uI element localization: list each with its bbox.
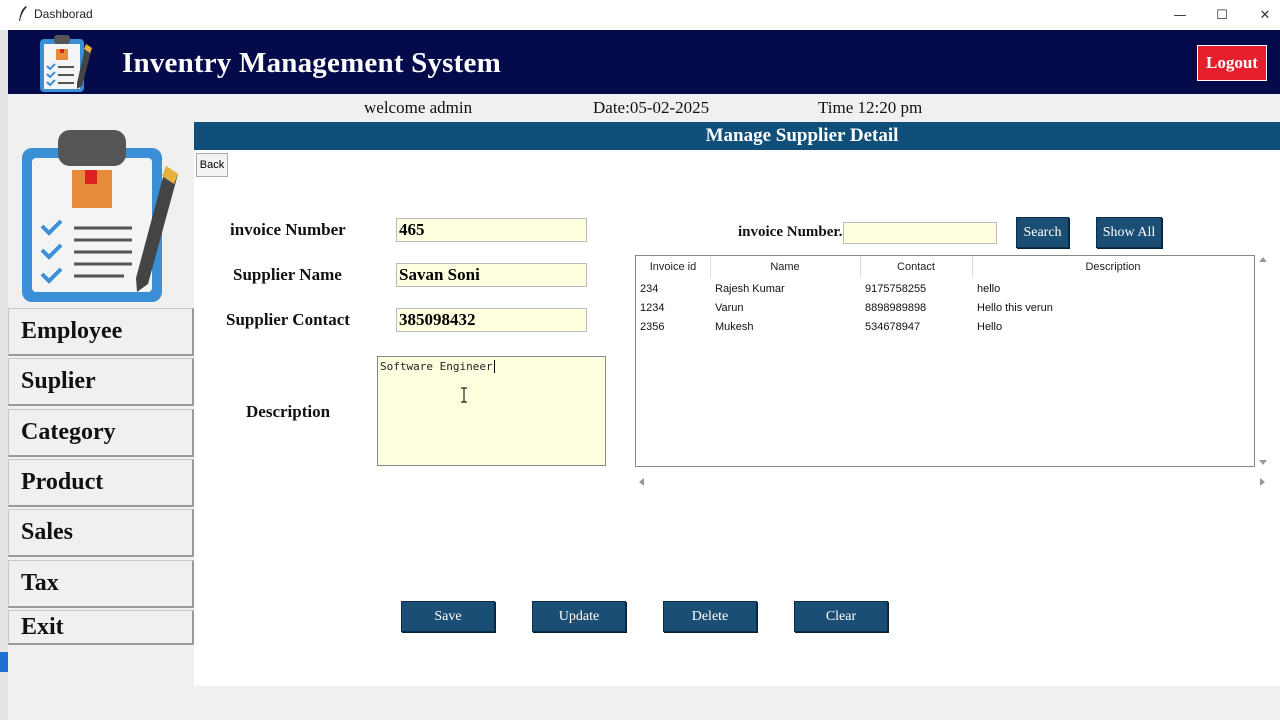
description-text: Software Engineer [380, 360, 493, 373]
supplier-name-label: Supplier Name [233, 265, 342, 284]
sidebar-item-label: Product [21, 469, 104, 495]
back-button[interactable]: Back [196, 153, 228, 177]
table-cell: hello [977, 283, 1001, 295]
show-all-button[interactable]: Show All [1096, 217, 1162, 248]
close-icon: ✕ [1259, 7, 1271, 23]
sidebar-item-label: Sales [21, 519, 74, 545]
description-label: Description [246, 402, 331, 421]
table-cell: 234 [640, 283, 659, 295]
clipboard-logo-icon [40, 35, 92, 92]
left-edge [0, 30, 8, 720]
text-caret [493, 360, 495, 373]
main-panel: Manage Supplier Detail Back invoice Numb… [194, 122, 1280, 686]
column-header-invoice-id[interactable]: Invoice id [636, 256, 711, 278]
horizontal-scrollbar[interactable] [635, 476, 1269, 488]
sidebar-item-label: Tax [21, 570, 59, 596]
table-cell: Varun [715, 302, 744, 314]
scroll-up-icon[interactable] [1259, 257, 1267, 262]
sidebar-item-label: Suplier [21, 368, 96, 394]
sidebar-item-employee[interactable]: Employee [8, 308, 194, 356]
table-row[interactable]: 234 Rajesh Kumar 9175758255 hello [636, 280, 1254, 299]
column-header-name[interactable]: Name [710, 256, 861, 278]
feather-icon [19, 6, 27, 21]
app-header: Inventry Management System Logout [8, 30, 1280, 94]
scroll-down-icon[interactable] [1259, 460, 1267, 465]
supplier-contact-label: Supplier Contact [226, 310, 350, 329]
sidebar-item-exit[interactable]: Exit [8, 610, 194, 645]
app-title: Inventry Management System [122, 47, 501, 79]
sidebar-item-sales[interactable]: Sales [8, 509, 194, 557]
scroll-right-icon[interactable] [1260, 478, 1265, 486]
search-button[interactable]: Search [1016, 217, 1069, 248]
column-header-contact[interactable]: Contact [860, 256, 973, 278]
sidebar-item-category[interactable]: Category [8, 409, 194, 457]
search-invoice-label: invoice Number. [738, 224, 843, 240]
window-title: Dashborad [34, 7, 93, 21]
sidebar: Employee Suplier Category Product Sales … [8, 122, 194, 720]
table-cell: Mukesh [715, 321, 754, 333]
clear-button[interactable]: Clear [794, 601, 888, 632]
invoice-number-label: invoice Number [230, 220, 346, 239]
welcome-text: welcome admin [364, 98, 473, 117]
logout-button[interactable]: Logout [1197, 45, 1267, 81]
page-title: Manage Supplier Detail [194, 122, 1280, 150]
sidebar-item-label: Exit [21, 613, 64, 640]
date-text: Date:05-02-2025 [593, 98, 710, 117]
maximize-button[interactable]: ☐ [1200, 0, 1244, 30]
sidebar-item-tax[interactable]: Tax [8, 560, 194, 608]
scroll-left-icon[interactable] [639, 478, 644, 486]
delete-button[interactable]: Delete [663, 601, 757, 632]
table-row[interactable]: 1234 Varun 8898989898 Hello this verun [636, 299, 1254, 318]
minimize-button[interactable]: — [1158, 0, 1202, 30]
supplier-name-input[interactable]: Savan Soni [396, 263, 587, 287]
sidebar-item-label: Employee [21, 318, 123, 344]
left-edge-accent [0, 652, 8, 672]
info-strip: welcome admin Date:05-02-2025 Time 12:20… [8, 94, 1280, 122]
table-row[interactable]: 2356 Mukesh 534678947 Hello [636, 318, 1254, 337]
sidebar-item-product[interactable]: Product [8, 459, 194, 507]
supplier-table: Invoice id Name Contact Description 234 … [635, 255, 1255, 467]
table-cell: Hello [977, 321, 1003, 333]
table-cell: Rajesh Kumar [715, 283, 785, 295]
invoice-number-input[interactable]: 465 [396, 218, 587, 242]
search-invoice-input[interactable] [843, 222, 997, 244]
table-cell: 2356 [640, 321, 665, 333]
sidebar-item-label: Category [21, 419, 116, 445]
column-header-description[interactable]: Description [972, 256, 1254, 278]
supplier-contact-input[interactable]: 385098432 [396, 308, 587, 332]
table-cell: 9175758255 [865, 283, 927, 295]
time-text: Time 12:20 pm [818, 98, 923, 117]
maximize-icon: ☐ [1216, 7, 1228, 23]
save-button[interactable]: Save [401, 601, 495, 632]
close-button[interactable]: ✕ [1243, 0, 1280, 30]
update-button[interactable]: Update [532, 601, 626, 632]
minimize-icon: — [1173, 7, 1187, 23]
table-cell: 1234 [640, 302, 665, 314]
sidebar-item-supplier[interactable]: Suplier [8, 358, 194, 406]
table-cell: 8898989898 [865, 302, 927, 314]
description-textarea[interactable]: Software Engineer [377, 356, 606, 466]
sidebar-clipboard-icon [22, 130, 178, 302]
text-cursor-icon [461, 387, 467, 403]
vertical-scrollbar[interactable] [1257, 255, 1269, 467]
table-cell: Hello this verun [977, 302, 1053, 314]
window-titlebar: Dashborad — ☐ ✕ [0, 0, 1280, 30]
table-cell: 534678947 [865, 321, 921, 333]
